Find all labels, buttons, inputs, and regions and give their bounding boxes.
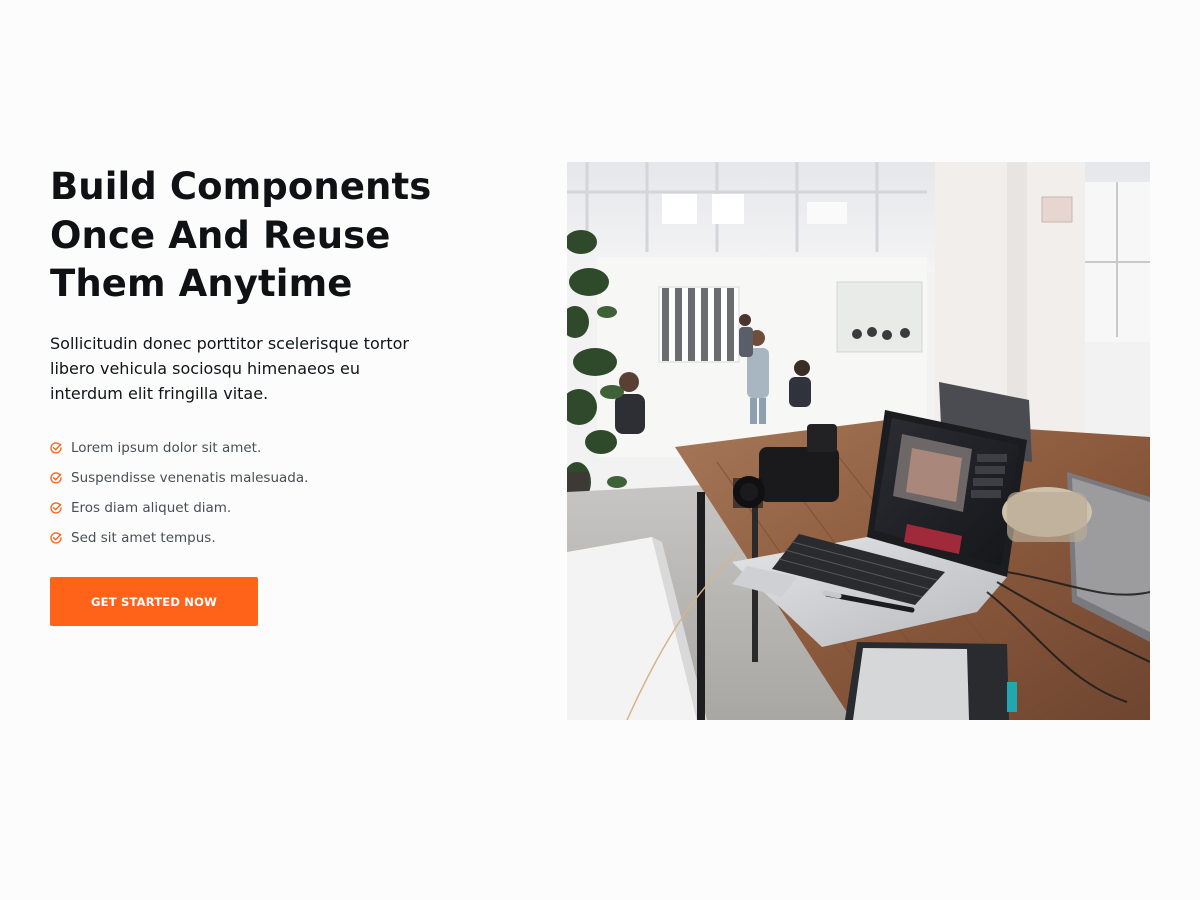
- check-circle-icon: [50, 441, 62, 454]
- check-circle-icon: [50, 471, 62, 484]
- feature-label: Sed sit amet tempus.: [71, 529, 216, 546]
- feature-label: Eros diam aliquet diam.: [71, 499, 232, 516]
- feature-item: Lorem ipsum dolor sit amet.: [50, 433, 470, 463]
- feature-item: Eros diam aliquet diam.: [50, 493, 470, 523]
- hero-content: Build Components Once And Reuse Them Any…: [50, 163, 470, 553]
- feature-list: Lorem ipsum dolor sit amet. Suspendisse …: [50, 433, 470, 553]
- feature-item: Suspendisse venenatis malesuada.: [50, 463, 470, 493]
- check-circle-icon: [50, 531, 62, 544]
- get-started-button[interactable]: GET STARTED NOW: [50, 577, 258, 626]
- feature-label: Suspendisse venenatis malesuada.: [71, 469, 309, 486]
- check-circle-icon: [50, 501, 62, 514]
- hero-lead-text: Sollicitudin donec porttitor scelerisque…: [50, 333, 409, 403]
- hero-title: Build Components Once And Reuse Them Any…: [50, 165, 432, 305]
- hero-section: Build Components Once And Reuse Them Any…: [0, 0, 1200, 900]
- feature-item: Sed sit amet tempus.: [50, 523, 470, 553]
- feature-label: Lorem ipsum dolor sit amet.: [71, 439, 262, 456]
- hero-photo: [567, 162, 1150, 720]
